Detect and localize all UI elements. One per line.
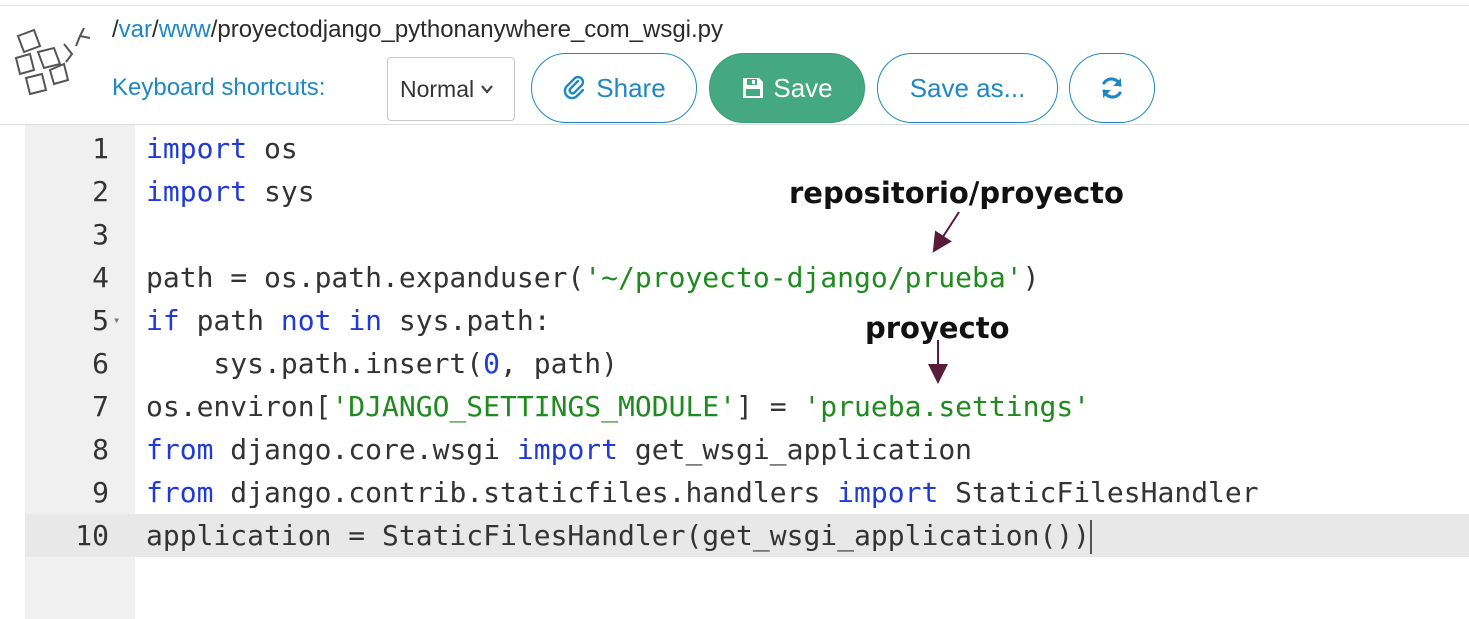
- chevron-down-icon: [481, 85, 493, 94]
- share-label: Share: [596, 72, 666, 103]
- code-text: import sys: [146, 175, 315, 208]
- code-line[interactable]: 1 import os: [25, 127, 1469, 170]
- code-text: import os: [146, 132, 298, 165]
- line-number: 4: [92, 261, 109, 294]
- annotation-repositorio-proyecto: repositorio/proyecto: [789, 176, 1124, 210]
- text-cursor: [1090, 520, 1093, 554]
- code-editor[interactable]: 1 import os 2 import sys 3 4 path = os.p…: [25, 125, 1469, 619]
- code-text: from django.contrib.staticfiles.handlers…: [146, 476, 1259, 509]
- line-number: 3: [92, 218, 109, 251]
- save-button[interactable]: Save: [709, 53, 865, 123]
- save-label: Save: [773, 72, 833, 103]
- code-text: sys.path.insert(0, path): [146, 347, 619, 380]
- line-number: 2: [92, 175, 109, 208]
- pythonanywhere-logo-icon: [14, 27, 91, 96]
- paperclip-icon: [562, 75, 588, 101]
- floppy-disk-icon: [741, 76, 765, 100]
- code-line[interactable]: 9 from django.contrib.staticfiles.handle…: [25, 471, 1469, 514]
- code-line[interactable]: 5 ▾ if path not in sys.path:: [25, 299, 1469, 342]
- keyboard-mode-select[interactable]: Normal: [387, 57, 515, 121]
- code-line-active[interactable]: 10 application = StaticFilesHandler(get_…: [25, 514, 1469, 557]
- code-line[interactable]: 6 sys.path.insert(0, path): [25, 342, 1469, 385]
- line-number: 6: [92, 347, 109, 380]
- keyboard-shortcuts-label: Keyboard shortcuts:: [112, 74, 326, 101]
- line-number: 8: [92, 433, 109, 466]
- code-text: os.environ['DJANGO_SETTINGS_MODULE'] = '…: [146, 390, 1091, 423]
- keyboard-mode-value: Normal: [400, 75, 475, 102]
- code-text: from django.core.wsgi import get_wsgi_ap…: [146, 433, 973, 466]
- path-filename: /proyectodjango_pythonanywhere_com_wsgi.…: [210, 16, 724, 43]
- path-link-www[interactable]: www: [159, 16, 211, 43]
- code-line[interactable]: 8 from django.core.wsgi import get_wsgi_…: [25, 428, 1469, 471]
- code-line[interactable]: 2 import sys: [25, 170, 1469, 213]
- line-number: 7: [92, 390, 109, 423]
- line-number: 9: [92, 476, 109, 509]
- code-text: application = StaticFilesHandler(get_wsg…: [146, 519, 1093, 554]
- code-text: if path not in sys.path:: [146, 304, 551, 337]
- save-as-label: Save as...: [909, 72, 1026, 103]
- code-text: path = os.path.expanduser('~/proyecto-dj…: [146, 261, 1040, 294]
- share-button[interactable]: Share: [531, 53, 697, 123]
- line-number: 1: [92, 132, 109, 165]
- reload-button[interactable]: [1069, 53, 1155, 123]
- code-line[interactable]: 7 os.environ['DJANGO_SETTINGS_MODULE'] =…: [25, 385, 1469, 428]
- save-as-button[interactable]: Save as...: [877, 53, 1058, 123]
- path-link-var[interactable]: var: [119, 16, 152, 43]
- top-rule: [0, 5, 1469, 6]
- fold-arrow-icon[interactable]: ▾: [113, 299, 120, 342]
- code-line[interactable]: 4 path = os.path.expanduser('~/proyecto-…: [25, 256, 1469, 299]
- line-number: 5: [92, 304, 109, 337]
- line-number: 10: [75, 519, 109, 552]
- file-path: /var/www/proyectodjango_pythonanywhere_c…: [112, 16, 724, 43]
- annotation-proyecto: proyecto: [865, 311, 1010, 345]
- refresh-icon: [1102, 77, 1122, 99]
- code-line[interactable]: 3: [25, 213, 1469, 256]
